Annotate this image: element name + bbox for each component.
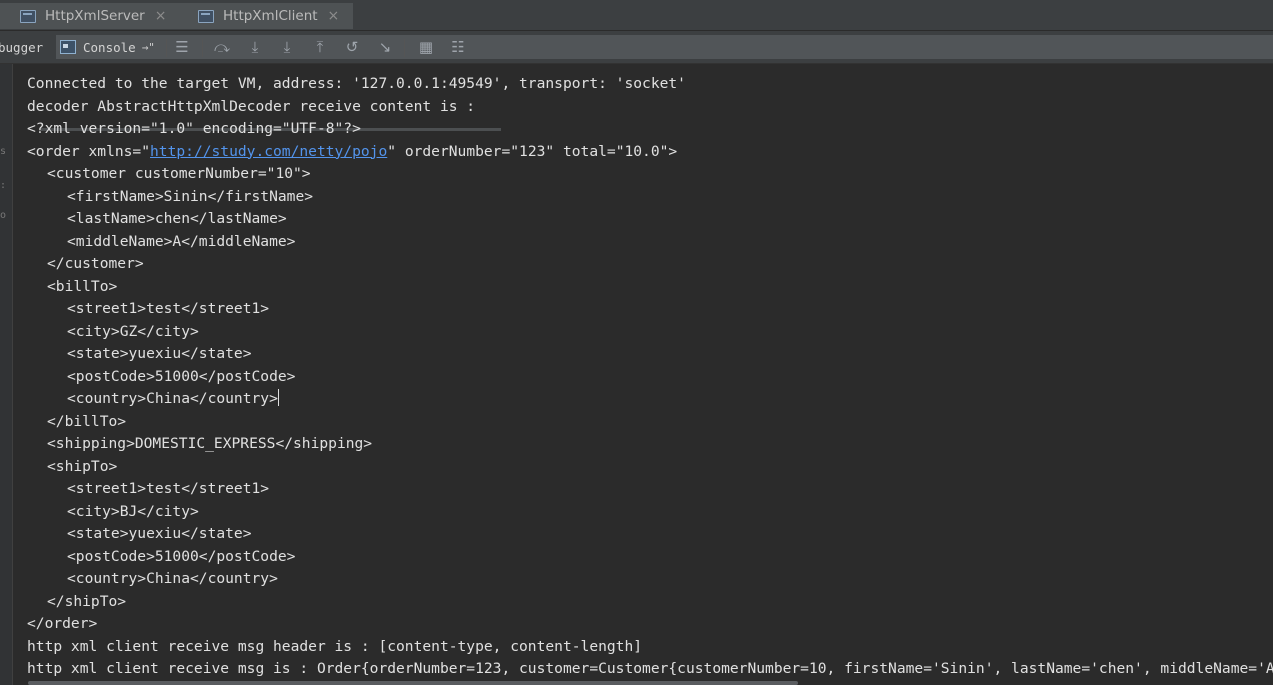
console-line-text: " orderNumber="123" total="10.0"> [387, 142, 678, 160]
console-gutter: s : o [0, 64, 13, 685]
toolbar-separator [404, 39, 405, 57]
console-line: <country>China</country> [67, 568, 278, 590]
console-line-text: <country>China</country> [67, 390, 278, 407]
tab-console[interactable]: Console →" [56, 35, 1273, 59]
editor-tab-bar: HttpXmlServer × HttpXmlClient × [0, 0, 1273, 31]
console-line: </shipTo> [47, 591, 126, 613]
console-icon [60, 40, 76, 54]
console-line: </billTo> [47, 411, 126, 433]
console-line: <country>China</country> [67, 388, 279, 410]
console-line-text: <country>China</country> [67, 570, 278, 587]
console-line: <lastName>chen</lastName> [67, 208, 287, 230]
console-line-text: <middleName>A</middleName> [67, 232, 296, 250]
console-line: Connected to the target VM, address: '12… [27, 73, 686, 95]
trace-icon[interactable]: ☷ [448, 38, 468, 56]
console-line: http xml client receive msg is : Order{o… [27, 658, 1273, 680]
close-icon[interactable]: × [328, 8, 340, 24]
step-out-icon[interactable]: ⤒ [310, 38, 330, 56]
console-line-text: <street1>test</street1> [67, 300, 270, 317]
drop-frame-icon[interactable]: ↺ [342, 38, 362, 56]
toolbar-separator [202, 39, 203, 57]
step-over-icon[interactable]: ⤼ [212, 38, 232, 56]
console-line-text: <postCode>51000</postCode> [67, 367, 296, 385]
console-line: <postCode>51000</postCode> [67, 366, 295, 388]
console-output[interactable]: Connected to the target VM, address: '12… [13, 64, 1273, 685]
tab-httpxmlclient[interactable]: HttpXmlClient × [178, 3, 353, 29]
console-line: <order xmlns="http://study.com/netty/poj… [27, 141, 677, 163]
console-line: decoder AbstractHttpXmlDecoder receive c… [27, 96, 475, 118]
console-line: <billTo> [47, 276, 117, 298]
console-line-text: <state>yuexiu</state> [67, 345, 252, 362]
console-line-text: </shipTo> [47, 592, 127, 610]
console-line: <state>yuexiu</state> [67, 523, 252, 545]
tab-label: HttpXmlServer [45, 8, 145, 24]
step-into-icon[interactable]: ⤓ [245, 38, 265, 56]
console-line: <postCode>51000</postCode> [67, 546, 295, 568]
console-line-text: <billTo> [47, 277, 118, 295]
console-line: <street1>test</street1> [67, 478, 269, 500]
threads-menu-icon[interactable]: ☰ [172, 38, 192, 56]
console-line: </customer> [47, 253, 144, 275]
console-line-text: </customer> [47, 255, 144, 272]
console-label: Console [83, 39, 136, 55]
console-line-text: <order xmlns=" [27, 142, 151, 160]
console-line: <shipping>DOMESTIC_EXPRESS</shipping> [47, 433, 372, 455]
horizontal-scrollbar[interactable] [28, 681, 798, 685]
console-line-text: <state>yuexiu</state> [67, 525, 252, 542]
tab-debugger[interactable]: bugger [0, 36, 43, 58]
console-line-text: </billTo> [47, 412, 127, 430]
console-line-text: Connected to the target VM, address: '12… [27, 75, 686, 92]
console-line: <state>yuexiu</state> [67, 343, 252, 365]
console-line-text: <lastName>chen</lastName> [67, 210, 287, 227]
window-icon [20, 9, 36, 23]
window-icon [198, 9, 214, 23]
console-line: http xml client receive msg header is : … [27, 636, 642, 658]
console-line-text: <city>GZ</city> [67, 322, 199, 340]
console-line-text: <firstName>Sinin</firstName> [67, 187, 314, 205]
console-line-text: <shipTo> [47, 457, 118, 475]
namespace-link[interactable]: http://study.com/netty/pojo [150, 143, 387, 160]
text-caret [277, 389, 279, 406]
console-line-text: decoder AbstractHttpXmlDecoder receive c… [27, 97, 476, 115]
console-line: <?xml version="1.0" encoding="UTF-8"?> [27, 118, 361, 140]
tab-httpxmlserver[interactable]: HttpXmlServer × [0, 3, 178, 29]
console-line: <firstName>Sinin</firstName> [67, 186, 313, 208]
console-line-text: http xml client receive msg is : Order{o… [27, 660, 1273, 677]
console-line: <customer customerNumber="10"> [47, 163, 311, 185]
tab-label: HttpXmlClient [223, 8, 318, 24]
console-line-text: http xml client receive msg header is : … [27, 637, 643, 655]
console-line: <street1>test</street1> [67, 298, 269, 320]
console-line: <shipTo> [47, 456, 117, 478]
toolbar-separator [166, 39, 167, 57]
console-line: <middleName>A</middleName> [67, 231, 295, 253]
evaluate-expression-icon[interactable]: ▦ [416, 38, 436, 56]
console-line-text: <?xml version="1.0" encoding="UTF-8"?> [27, 120, 361, 137]
console-line: <city>GZ</city> [67, 321, 199, 343]
pin-icon[interactable]: →" [142, 41, 155, 54]
console-line-text: <city>BJ</city> [67, 502, 199, 520]
console-line: </order> [27, 613, 97, 635]
console-line-text: <customer customerNumber="10"> [47, 165, 311, 182]
console-line-text: <shipping>DOMESTIC_EXPRESS</shipping> [47, 435, 373, 452]
console-line-text: </order> [27, 615, 98, 632]
debug-toolbar: bugger Console →" ☰ ⤼ ⤓ ⤓ ⤒ ↺ ↘ ▦ ☷ [0, 31, 1273, 64]
console-line: <city>BJ</city> [67, 501, 199, 523]
force-step-into-icon[interactable]: ⤓ [277, 38, 297, 56]
run-to-cursor-icon[interactable]: ↘ [375, 38, 395, 56]
close-icon[interactable]: × [155, 8, 167, 24]
debugger-label: bugger [0, 39, 44, 55]
console-line-text: <postCode>51000</postCode> [67, 547, 296, 565]
console-line-text: <street1>test</street1> [67, 480, 270, 497]
